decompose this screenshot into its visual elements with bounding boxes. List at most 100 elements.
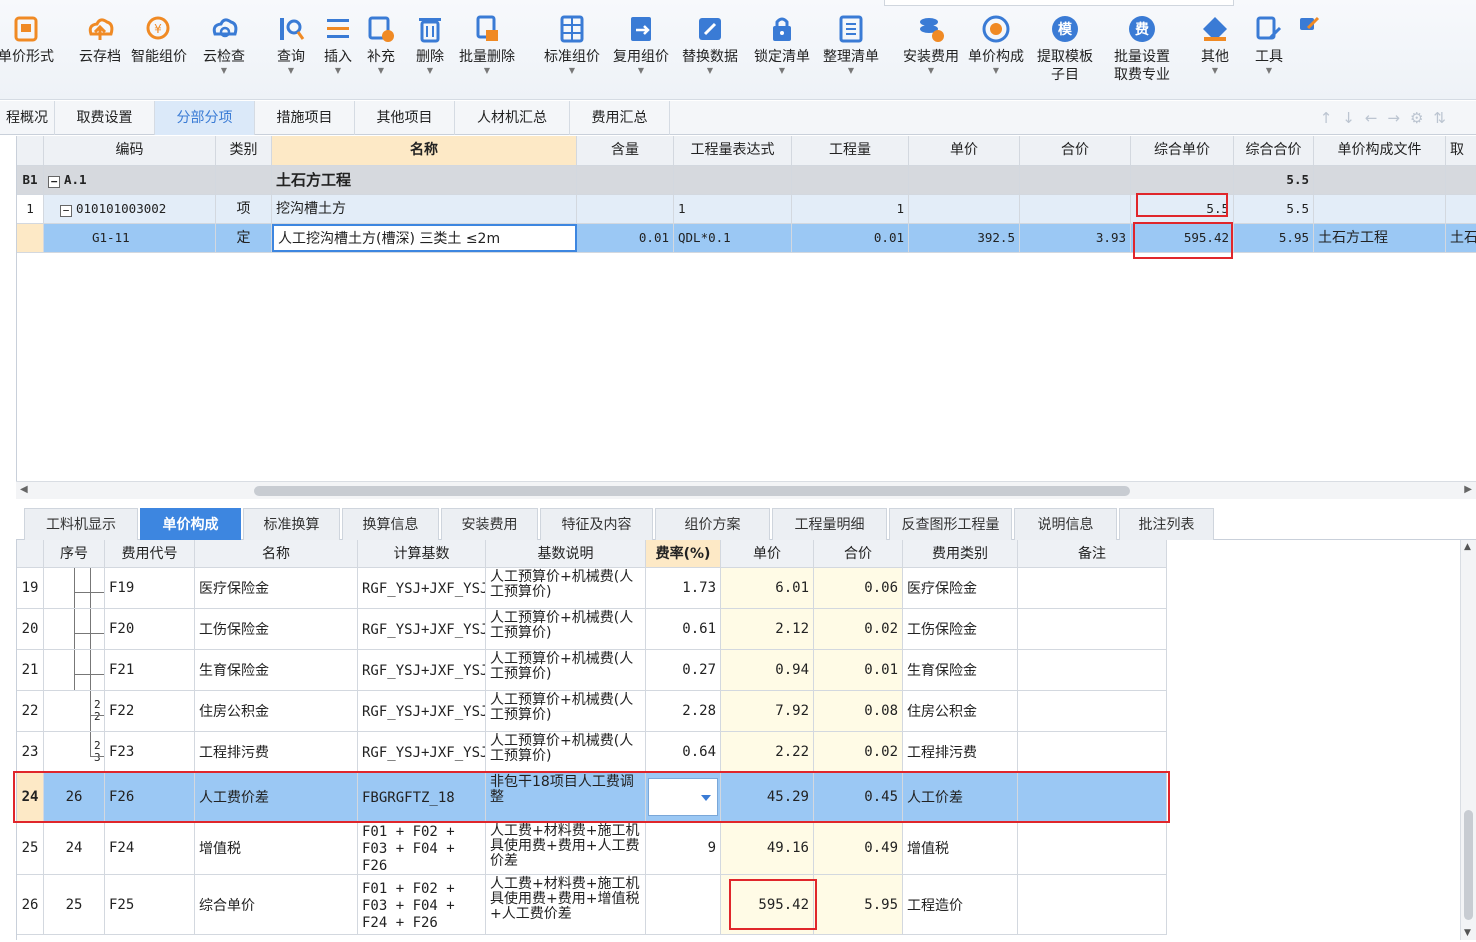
quota-row[interactable]: G1-11 定 人工挖沟槽土方(槽深) 三类土 ≤2m 0.01 QDL*0.1… — [17, 224, 1476, 253]
dropdown-arrow-icon[interactable]: ▼ — [276, 66, 306, 76]
toolbar-button-2[interactable]: ¥ 智能组价 — [131, 14, 187, 66]
composition-cell-note[interactable] — [1018, 650, 1167, 690]
composition-cell-rate[interactable]: 2.28 — [646, 691, 721, 731]
composition-cell-rate[interactable] — [646, 875, 721, 934]
toolbar-button-9[interactable]: 标准组价 ▼ — [544, 14, 600, 76]
scroll-right-icon[interactable]: ▶ — [1464, 484, 1472, 495]
row-content[interactable]: 0.01 — [577, 224, 674, 252]
nav-arrows-icon[interactable]: ↑↓←→⚙⇅ — [1320, 109, 1456, 127]
header-expression[interactable]: 工程量表达式 — [674, 136, 792, 165]
main-tab-3[interactable]: 措施项目 — [255, 101, 355, 135]
main-tab-0[interactable]: 程概况 — [0, 101, 55, 135]
composition-cell-note[interactable] — [1018, 773, 1167, 821]
toolbar-button-12[interactable]: 锁定清单 ▼ — [754, 14, 810, 76]
toolbar-button-16[interactable]: 模提取模板 子目 — [1037, 14, 1093, 84]
header-name[interactable]: 名称 — [272, 136, 577, 165]
header-seq[interactable]: 序号 — [44, 540, 105, 567]
toolbar-button-7[interactable]: 删除 ▼ — [415, 14, 445, 76]
toolbar-button-18[interactable]: 其他 ▼ — [1200, 14, 1230, 76]
composition-cell-note[interactable] — [1018, 691, 1167, 731]
rate-dropdown[interactable] — [648, 778, 718, 816]
toolbar-button-0[interactable]: 单价形式 — [0, 14, 54, 66]
header-name[interactable]: 名称 — [195, 540, 358, 567]
dropdown-arrow-icon[interactable]: ▼ — [323, 66, 353, 76]
toolbar-button-15[interactable]: 单价构成 ▼ — [968, 14, 1024, 76]
detail-tab-8[interactable]: 反查图形工程量 — [889, 508, 1012, 540]
edit-toolbar-icon[interactable] — [1298, 14, 1320, 40]
header-price[interactable]: 单价 — [909, 136, 1020, 165]
detail-tab-10[interactable]: 批注列表 — [1119, 508, 1214, 540]
main-tab-1[interactable]: 取费设置 — [55, 101, 155, 135]
header-unit-price[interactable]: 综合单价 — [1131, 136, 1234, 165]
toolbar-button-17[interactable]: 费批量设置 取费专业 — [1114, 14, 1170, 84]
dropdown-arrow-icon[interactable]: ▼ — [754, 66, 810, 76]
toolbar-button-11[interactable]: 替换数据 ▼ — [682, 14, 738, 76]
row-quantity[interactable]: 1 — [792, 195, 909, 223]
composition-cell-note[interactable] — [1018, 875, 1167, 934]
detail-tab-2[interactable]: 标准换算 — [243, 508, 340, 540]
composition-row[interactable]: 25 24 F24 增值税 F01 + F02 + F03 + F04 + F26 人工费… — [17, 822, 1167, 875]
main-tab-4[interactable]: 其他项目 — [355, 101, 455, 135]
vertical-scrollbar[interactable]: ▲ ▼ — [1460, 540, 1476, 940]
header-base[interactable]: 计算基数 — [358, 540, 486, 567]
toolbar-button-1[interactable]: 云存档 — [79, 14, 121, 66]
toolbar-button-5[interactable]: 插入 ▼ — [323, 14, 353, 76]
list-item-row[interactable]: 1 −010101003002 项 挖沟槽土方 1 1 5.5 5.5 — [17, 195, 1476, 224]
header-base-desc[interactable]: 基数说明 — [486, 540, 646, 567]
main-tab-2[interactable]: 分部分项 — [155, 101, 255, 135]
header-total[interactable]: 合价 — [1020, 136, 1131, 165]
dropdown-arrow-icon[interactable]: ▼ — [903, 66, 959, 76]
detail-tab-6[interactable]: 组价方案 — [655, 508, 770, 540]
composition-row[interactable]: 23 2 3 F23 工程排污费 RGF_YSJ+JXF_YSJ 人工预算价+机械费(人工… — [17, 732, 1167, 773]
dropdown-arrow-icon[interactable]: ▼ — [613, 66, 669, 76]
toolbar-button-4[interactable]: 查询 ▼ — [276, 14, 306, 76]
dropdown-arrow-icon[interactable]: ▼ — [682, 66, 738, 76]
composition-row[interactable]: 24 26 F26 人工费价差 FBGRGFTZ_18 非包干18项目人工费调整 45.29… — [17, 773, 1167, 822]
dropdown-arrow-icon[interactable]: ▼ — [968, 66, 1024, 76]
composition-row[interactable]: 22 2 2 F22 住房公积金 RGF_YSJ+JXF_YSJ 人工预算价+机械费(人工… — [17, 691, 1167, 732]
dropdown-arrow-icon[interactable]: ▼ — [823, 66, 879, 76]
scroll-down-icon[interactable]: ▼ — [1464, 928, 1471, 938]
scroll-left-icon[interactable]: ◀ — [20, 484, 28, 495]
row-quantity[interactable]: 0.01 — [792, 224, 909, 252]
toolbar-button-14[interactable]: 安装费用 ▼ — [903, 14, 959, 76]
scroll-thumb[interactable] — [1464, 810, 1473, 920]
composition-cell-rate[interactable]: 0.61 — [646, 609, 721, 649]
toolbar-button-10[interactable]: 复用组价 ▼ — [613, 14, 669, 76]
composition-row[interactable]: 19 F19 医疗保险金 RGF_YSJ+JXF_YSJ 人工预算价+机械费(人工预算价… — [17, 568, 1167, 609]
chevron-down-icon[interactable] — [701, 795, 711, 801]
detail-tab-1[interactable]: 单价构成 — [140, 508, 241, 540]
search-box-strip[interactable] — [884, 0, 1234, 6]
header-quantity[interactable]: 工程量 — [792, 136, 909, 165]
row-price-file[interactable]: 土石方工程 — [1314, 224, 1446, 252]
toolbar-button-19[interactable]: 工具 ▼ — [1254, 14, 1284, 76]
header-extra[interactable]: 取 — [1446, 136, 1476, 165]
header-content[interactable]: 含量 — [577, 136, 674, 165]
header-category[interactable]: 费用类别 — [903, 540, 1018, 567]
composition-cell-note[interactable] — [1018, 568, 1167, 608]
header-rate[interactable]: 费率(%) — [646, 540, 721, 567]
toolbar-button-13[interactable]: 整理清单 ▼ — [823, 14, 879, 76]
header-unit-total[interactable]: 综合合价 — [1234, 136, 1314, 165]
dropdown-arrow-icon[interactable]: ▼ — [415, 66, 445, 76]
header-code[interactable]: 编码 — [44, 136, 216, 165]
toolbar-button-8[interactable]: 批量删除 ▼ — [459, 14, 515, 76]
detail-tab-0[interactable]: 工料机显示 — [24, 508, 138, 540]
row-name-editor[interactable]: 人工挖沟槽土方(槽深) 三类土 ≤2m — [272, 224, 577, 252]
dropdown-arrow-icon[interactable]: ▼ — [459, 66, 515, 76]
scroll-thumb[interactable] — [254, 486, 1130, 496]
dropdown-arrow-icon[interactable]: ▼ — [366, 66, 396, 76]
detail-tab-3[interactable]: 换算信息 — [342, 508, 439, 540]
composition-row[interactable]: 20 F20 工伤保险金 RGF_YSJ+JXF_YSJ 人工预算价+机械费(人工预算价… — [17, 609, 1167, 650]
row-expression[interactable]: QDL*0.1 — [674, 224, 792, 252]
main-tab-6[interactable]: 费用汇总 — [570, 101, 670, 135]
composition-cell-note[interactable] — [1018, 609, 1167, 649]
composition-cell-rate[interactable]: 0.64 — [646, 732, 721, 772]
dropdown-arrow-icon[interactable]: ▼ — [1254, 66, 1284, 76]
header-price[interactable]: 单价 — [721, 540, 814, 567]
composition-cell-note[interactable] — [1018, 822, 1167, 874]
detail-tab-5[interactable]: 特征及内容 — [540, 508, 653, 540]
dropdown-arrow-icon[interactable]: ▼ — [1200, 66, 1230, 76]
row-expression[interactable]: 1 — [674, 195, 792, 223]
header-type[interactable]: 类别 — [216, 136, 272, 165]
